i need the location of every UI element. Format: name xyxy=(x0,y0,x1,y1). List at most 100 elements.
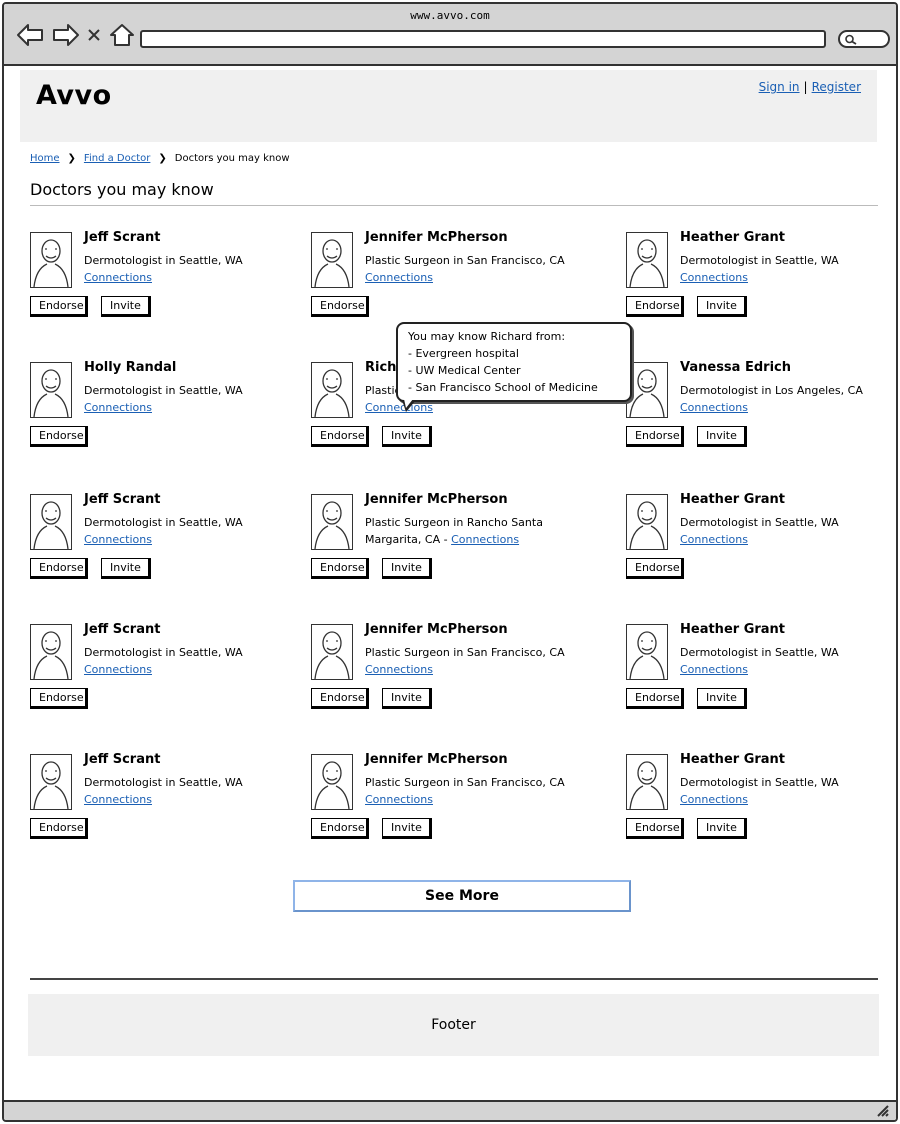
endorse-button[interactable]: Endorse xyxy=(626,688,684,709)
doctor-description: Dermotologist in Seattle, WA xyxy=(84,646,243,659)
doctor-description: Dermotologist in Seattle, WA xyxy=(680,646,839,659)
connections-link[interactable]: Connections xyxy=(680,663,748,676)
avatar[interactable] xyxy=(30,232,72,288)
endorse-button[interactable]: Endorse xyxy=(30,818,88,839)
see-more-button[interactable]: See More xyxy=(293,880,631,912)
doctor-name[interactable]: Jennifer McPherson xyxy=(365,752,508,767)
connections-link[interactable]: Connections xyxy=(365,271,433,284)
connections-link[interactable]: Connections xyxy=(84,271,152,284)
connections-link[interactable]: Connections xyxy=(84,663,152,676)
invite-button[interactable]: Invite xyxy=(697,426,747,447)
resize-grip-icon[interactable] xyxy=(876,1104,890,1118)
connections-link[interactable]: Connections xyxy=(365,793,433,806)
invite-button[interactable]: Invite xyxy=(382,688,432,709)
forward-icon[interactable] xyxy=(50,22,80,48)
invite-button[interactable]: Invite xyxy=(697,688,747,709)
avatar[interactable] xyxy=(311,494,353,550)
endorse-button[interactable]: Endorse xyxy=(626,426,684,447)
doctor-name[interactable]: Heather Grant xyxy=(680,492,785,507)
connections-link[interactable]: Connections xyxy=(680,271,748,284)
page-title: Doctors you may know xyxy=(30,180,214,199)
doctor-name[interactable]: Jennifer McPherson xyxy=(365,622,508,637)
endorse-button[interactable]: Endorse xyxy=(30,296,88,317)
avatar[interactable] xyxy=(30,624,72,680)
home-icon[interactable] xyxy=(108,22,138,48)
invite-button[interactable]: Invite xyxy=(382,818,432,839)
invite-button[interactable]: Invite xyxy=(101,558,151,579)
doctor-card: Jennifer McPherson Plastic Surgeon in San… xyxy=(311,622,591,724)
tooltip-heading: You may know Richard from: xyxy=(408,330,566,343)
endorse-button[interactable]: Endorse xyxy=(311,818,369,839)
site-logo[interactable]: Avvo xyxy=(36,80,112,111)
connections-link[interactable]: Connections xyxy=(680,401,748,414)
doctor-card: Jeff Scrant Dermotologist in Seattle, WA C… xyxy=(30,230,310,332)
breadcrumb-current: Doctors you may know xyxy=(174,153,290,164)
avatar[interactable] xyxy=(626,624,668,680)
register-link[interactable]: Register xyxy=(812,80,861,94)
endorse-button[interactable]: Endorse xyxy=(626,558,684,579)
avatar[interactable] xyxy=(311,232,353,288)
endorse-button[interactable]: Endorse xyxy=(30,558,88,579)
invite-button[interactable]: Invite xyxy=(382,558,432,579)
doctor-name[interactable]: Jeff Scrant xyxy=(84,230,160,245)
doctor-name[interactable]: Jennifer McPherson xyxy=(365,492,508,507)
connections-link[interactable]: Connections xyxy=(84,401,152,414)
connections-link[interactable]: Connections xyxy=(365,663,433,676)
invite-button[interactable]: Invite xyxy=(697,296,747,317)
avatar[interactable] xyxy=(626,232,668,288)
doctor-name[interactable]: Vanessa Edrich xyxy=(680,360,791,375)
browser-search-field[interactable] xyxy=(838,30,890,48)
endorse-button[interactable]: Endorse xyxy=(311,558,369,579)
connections-link[interactable]: Connections xyxy=(365,401,433,414)
breadcrumb-home[interactable]: Home xyxy=(30,153,60,164)
doctor-name[interactable]: Jeff Scrant xyxy=(84,492,160,507)
chevron-right-icon: ❯ xyxy=(67,153,76,164)
endorse-button[interactable]: Endorse xyxy=(311,688,369,709)
endorse-button[interactable]: Endorse xyxy=(30,688,88,709)
avatar[interactable] xyxy=(626,494,668,550)
endorse-button[interactable]: Endorse xyxy=(626,818,684,839)
invite-button[interactable]: Invite xyxy=(101,296,151,317)
avatar[interactable] xyxy=(30,362,72,418)
doctor-name[interactable]: Heather Grant xyxy=(680,752,785,767)
doctor-name[interactable]: Heather Grant xyxy=(680,230,785,245)
invite-button[interactable]: Invite xyxy=(697,818,747,839)
window-title: www.avvo.com xyxy=(410,9,490,22)
doctor-description: Plastic Surgeon in San Francisco, CA xyxy=(365,776,565,789)
avatar[interactable] xyxy=(626,362,668,418)
avatar[interactable] xyxy=(311,362,353,418)
connections-link[interactable]: Connections xyxy=(451,533,519,546)
breadcrumb-find-a-doctor[interactable]: Find a Doctor xyxy=(84,153,150,164)
doctor-name[interactable]: Heather Grant xyxy=(680,622,785,637)
avatar[interactable] xyxy=(311,754,353,810)
doctor-card: Jennifer McPherson Plastic Surgeon in Ran… xyxy=(311,492,591,594)
sign-in-link[interactable]: Sign in xyxy=(759,80,800,94)
doctor-name[interactable]: Holly Randal xyxy=(84,360,176,375)
tooltip-tail-inner xyxy=(404,399,413,408)
tooltip-line: - Evergreen hospital xyxy=(408,347,519,360)
endorse-button[interactable]: Endorse xyxy=(311,296,369,317)
endorse-button[interactable]: Endorse xyxy=(626,296,684,317)
doctor-card: Jennifer McPherson Plastic Surgeon in San… xyxy=(311,752,591,854)
doctor-name[interactable]: Jeff Scrant xyxy=(84,622,160,637)
avatar[interactable] xyxy=(311,624,353,680)
avatar[interactable] xyxy=(626,754,668,810)
doctor-description: Dermotologist in Seattle, WA xyxy=(84,384,243,397)
connections-link[interactable]: Connections xyxy=(680,793,748,806)
connections-link[interactable]: Connections xyxy=(680,533,748,546)
address-bar[interactable] xyxy=(140,30,826,48)
doctor-name[interactable]: Jennifer McPherson xyxy=(365,230,508,245)
connections-link[interactable]: Connections xyxy=(84,793,152,806)
endorse-button[interactable]: Endorse xyxy=(30,426,88,447)
avatar[interactable] xyxy=(30,754,72,810)
search-icon xyxy=(845,34,857,45)
stop-icon[interactable] xyxy=(84,22,104,48)
tooltip-line: - UW Medical Center xyxy=(408,364,521,377)
avatar[interactable] xyxy=(30,494,72,550)
endorse-button[interactable]: Endorse xyxy=(311,426,369,447)
auth-separator: | xyxy=(803,80,808,94)
connections-link[interactable]: Connections xyxy=(84,533,152,546)
back-icon[interactable] xyxy=(16,22,46,48)
invite-button[interactable]: Invite xyxy=(382,426,432,447)
doctor-name[interactable]: Jeff Scrant xyxy=(84,752,160,767)
